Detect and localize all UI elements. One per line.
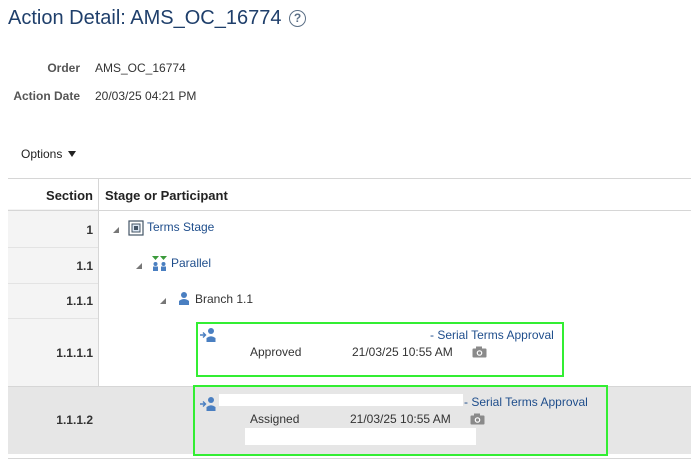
section-cell: 1.1.1.2 — [56, 413, 93, 427]
serial-terms-approval-link[interactable]: - Serial Terms Approval — [430, 328, 554, 342]
collapse-triangle-icon[interactable] — [113, 227, 119, 233]
camera-icon[interactable] — [470, 413, 485, 425]
order-label: Order — [47, 61, 80, 75]
parallel-icon — [152, 256, 167, 271]
row-divider — [8, 283, 98, 284]
stage-link-terms[interactable]: Terms Stage — [147, 220, 214, 234]
status-approved: Approved — [250, 345, 302, 359]
caret-down-icon — [68, 150, 77, 157]
action-date-value: 20/03/25 04:21 PM — [95, 89, 197, 103]
section-cell: 1.1.1.1 — [56, 346, 93, 360]
header-stage[interactable]: Stage or Participant — [105, 188, 228, 203]
assignee-icon — [200, 328, 216, 342]
assignee-icon — [200, 397, 216, 411]
action-date-label: Action Date — [13, 89, 80, 103]
collapse-triangle-icon[interactable] — [160, 298, 166, 304]
row-divider — [8, 247, 98, 248]
section-cell: 1.1.1 — [66, 294, 93, 308]
redacted-field — [219, 394, 463, 406]
timestamp: 21/03/25 10:55 AM — [352, 345, 453, 359]
collapse-triangle-icon[interactable] — [136, 263, 142, 269]
redacted-field — [245, 428, 476, 445]
header-section[interactable]: Section — [8, 188, 93, 203]
participant-icon — [179, 292, 189, 305]
stage-icon — [128, 220, 144, 236]
order-value: AMS_OC_16774 — [95, 61, 186, 75]
column-divider — [98, 179, 99, 386]
status-assigned: Assigned — [250, 412, 300, 426]
table-bottom-border — [8, 458, 691, 459]
section-cell: 1.1 — [76, 259, 93, 273]
section-cell: 1 — [86, 223, 93, 237]
camera-icon[interactable] — [472, 346, 487, 358]
serial-terms-approval-link[interactable]: - Serial Terms Approval — [464, 395, 588, 409]
options-label: Options — [21, 147, 63, 161]
row-divider — [8, 318, 98, 319]
header-bottom-border — [8, 210, 691, 211]
table-top-border — [8, 178, 691, 179]
timestamp: 21/03/25 10:55 AM — [350, 412, 451, 426]
page-title: Action Detail: AMS_OC_16774 — [8, 7, 282, 29]
options-menu[interactable]: Options — [21, 147, 77, 161]
stage-link-parallel[interactable]: Parallel — [171, 256, 211, 270]
branch-label: Branch 1.1 — [195, 292, 254, 306]
help-icon[interactable]: ? — [289, 10, 306, 27]
